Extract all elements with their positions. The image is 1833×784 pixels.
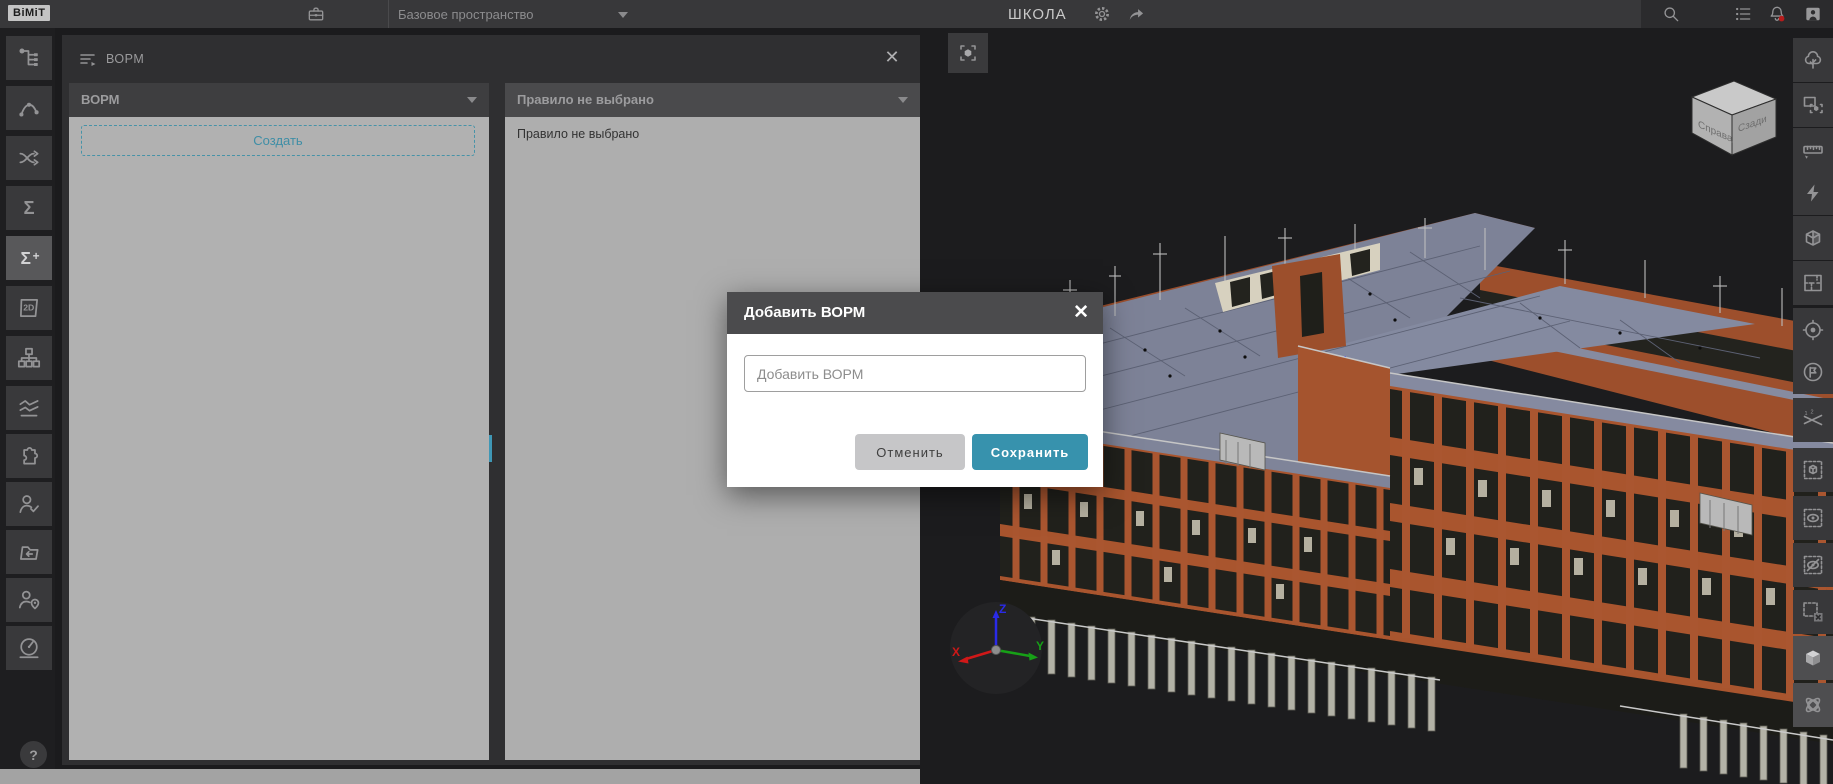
node-path-icon[interactable] xyxy=(6,86,52,130)
app-logo[interactable]: BiMiT xyxy=(8,5,50,21)
structure-tree-icon[interactable] xyxy=(6,36,52,80)
cancel-button[interactable]: Отменить xyxy=(855,434,965,470)
notifications-bell-icon[interactable] xyxy=(1767,4,1787,24)
panel-resize-handle[interactable] xyxy=(489,435,492,462)
crossed-axes-icon[interactable]: 1 2 xyxy=(1793,398,1833,442)
topbar-right-section xyxy=(1641,0,1833,28)
application-window: BiMiT Базовое пространство ШКОЛА xyxy=(0,0,1833,784)
sigma-icon[interactable]: Σ xyxy=(6,186,52,230)
chevron-down-icon xyxy=(898,97,908,103)
svg-text:1: 1 xyxy=(1805,411,1808,417)
org-chart-icon[interactable] xyxy=(6,336,52,380)
save-button[interactable]: Сохранить xyxy=(972,434,1088,470)
orbit-icon[interactable] xyxy=(1793,683,1833,727)
tree-icon[interactable] xyxy=(1793,38,1833,82)
flash-icon[interactable] xyxy=(1793,171,1833,215)
ruler-icon[interactable] xyxy=(1793,128,1833,172)
axis-gizmo[interactable]: Z Y X xyxy=(948,600,1044,696)
selection-cube-icon[interactable] xyxy=(1793,448,1833,492)
workspace-selector[interactable]: Базовое пространство xyxy=(398,7,534,22)
flag-circle-icon[interactable] xyxy=(1793,350,1833,394)
gauge-icon[interactable] xyxy=(6,626,52,670)
sigma-plus-icon[interactable]: Σ + xyxy=(6,236,52,280)
puzzle-icon[interactable] xyxy=(6,434,52,478)
selection-clear-icon[interactable] xyxy=(1793,590,1833,634)
axis-z-label: Z xyxy=(999,602,1006,616)
svg-text:Σ: Σ xyxy=(21,248,31,268)
vorm-list-column: ВОРМ Создать xyxy=(69,83,489,760)
shuffle-icon[interactable] xyxy=(6,136,52,180)
right-toolbar: 1 2 xyxy=(1791,28,1833,784)
person-pin-icon[interactable] xyxy=(6,578,52,622)
vorm-panel-header: ВОРМ ✕ xyxy=(62,35,920,83)
briefcase-icon[interactable] xyxy=(306,4,326,24)
vorm-list-body: Создать xyxy=(69,117,489,760)
chevron-down-icon[interactable] xyxy=(618,12,628,18)
vorm-name-input[interactable] xyxy=(744,355,1086,392)
selection-hide-icon[interactable] xyxy=(1793,543,1833,587)
dialog-close-icon[interactable]: ✕ xyxy=(1073,301,1089,325)
dialog-header: Добавить ВОРМ ✕ xyxy=(727,292,1103,334)
axis-y-label: Y xyxy=(1036,639,1044,653)
axis-x-label: X xyxy=(952,645,960,659)
account-icon[interactable] xyxy=(1803,4,1823,24)
sheet-2d-icon[interactable]: 2D xyxy=(6,286,52,330)
svg-text:2: 2 xyxy=(1811,410,1814,416)
add-vorm-dialog: Добавить ВОРМ ✕ Отменить Сохранить xyxy=(727,292,1103,487)
focus-selection-button[interactable] xyxy=(948,33,988,73)
list-icon[interactable] xyxy=(1733,4,1753,24)
top-bar: BiMiT Базовое пространство ШКОЛА xyxy=(0,0,1833,28)
dialog-title: Добавить ВОРМ xyxy=(744,304,865,321)
panel-menu-icon[interactable] xyxy=(76,47,100,71)
rule-dropdown[interactable]: Правило не выбрано xyxy=(505,83,920,117)
notification-badge xyxy=(1779,16,1785,22)
copy-select-icon[interactable] xyxy=(1793,83,1833,127)
topbar-divider xyxy=(388,0,389,28)
panel-title: ВОРМ xyxy=(106,52,144,66)
left-toolbar: Σ Σ + 2D xyxy=(0,28,55,784)
focus-target-icon[interactable] xyxy=(1793,308,1833,352)
svg-text:Σ: Σ xyxy=(23,197,34,218)
svg-text:+: + xyxy=(33,249,40,263)
vorm-dropdown[interactable]: ВОРМ xyxy=(69,83,489,117)
settings-gear-icon[interactable] xyxy=(1092,4,1112,24)
chevron-down-icon xyxy=(467,97,477,103)
bottom-strip xyxy=(0,769,920,784)
create-vorm-button[interactable]: Создать xyxy=(81,125,475,156)
trend-lines-icon[interactable] xyxy=(6,386,52,430)
help-button[interactable]: ? xyxy=(20,741,47,768)
project-title: ШКОЛА xyxy=(1008,6,1067,23)
selection-show-icon[interactable] xyxy=(1793,496,1833,540)
solid-cube-icon[interactable] xyxy=(1793,636,1833,680)
search-icon[interactable] xyxy=(1661,4,1681,24)
person-check-icon[interactable] xyxy=(6,482,52,526)
navigation-cube[interactable]: Справа Сзади xyxy=(1678,75,1786,159)
svg-text:2D: 2D xyxy=(23,303,34,313)
panel-close-icon[interactable]: ✕ xyxy=(880,45,904,69)
rule-empty-text: Правило не выбрано xyxy=(505,117,920,151)
section-box-icon[interactable] xyxy=(1793,216,1833,260)
folder-export-icon[interactable] xyxy=(6,530,52,574)
share-icon[interactable] xyxy=(1126,4,1146,24)
floor-plan-icon[interactable] xyxy=(1793,261,1833,305)
